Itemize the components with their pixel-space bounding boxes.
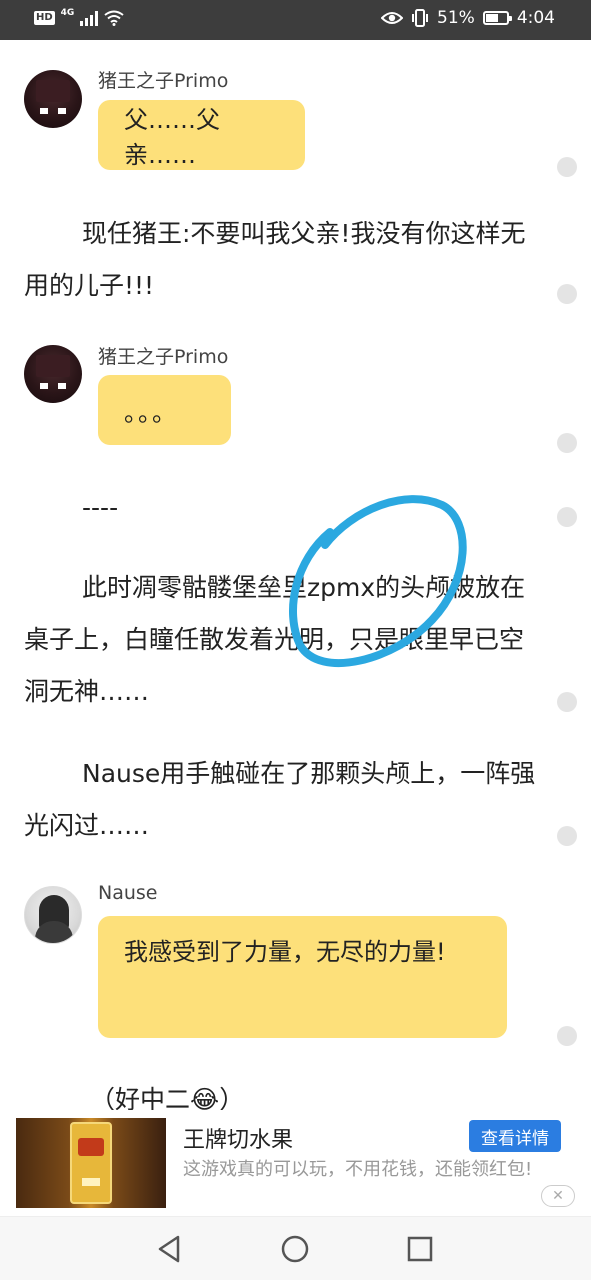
eye-icon (381, 12, 404, 24)
status-bar: HD 4G 51% 4:04 (0, 0, 591, 40)
wifi-icon (104, 10, 124, 26)
ad-title[interactable]: 王牌切水果 (183, 1122, 293, 1154)
message-bubble[interactable]: 我感受到了力量，无尽的力量! (98, 916, 507, 1038)
narration-text: Nause用手触碰在了那颗头颅上，一阵强光闪过…… (24, 759, 536, 840)
comment-dot[interactable] (557, 433, 577, 453)
sender-name: 猪王之子Primo (98, 70, 229, 92)
ad-description[interactable]: 这游戏真的可以玩，不用花钱，还能领红包! (183, 1157, 583, 1183)
phone-icon (70, 1122, 112, 1204)
home-icon (281, 1235, 309, 1263)
recents-button[interactable] (402, 1231, 438, 1267)
recents-icon (407, 1236, 433, 1262)
comment-dot[interactable] (557, 507, 577, 527)
message-bubble[interactable]: 父……父亲…… (98, 100, 305, 170)
home-button[interactable] (277, 1231, 313, 1267)
clock: 4:04 (516, 8, 555, 28)
battery-icon (482, 11, 512, 25)
avatar[interactable] (24, 345, 82, 403)
ad-banner[interactable]: 王牌切水果 这游戏真的可以玩，不用花钱，还能领红包! 查看详情 ✕ (0, 1110, 591, 1216)
separator-text: ---- (82, 493, 119, 522)
sender-name: 猪王之子Primo (98, 346, 229, 368)
avatar[interactable] (24, 70, 82, 128)
message-bubble[interactable]: 。。。 (98, 375, 231, 445)
signal-icon (80, 10, 99, 26)
avatar[interactable] (24, 886, 82, 944)
comment-dot[interactable] (557, 157, 577, 177)
comment-dot[interactable] (557, 692, 577, 712)
narration-text: 此时凋零骷髅堡垒里zpmx的头颅被放在桌子上，白瞳任散发着光明，只是眼里早已空洞… (24, 573, 526, 706)
comment-dot[interactable] (557, 284, 577, 304)
narration-text: 现任猪王:不要叫我父亲!我没有你这样无用的儿子!!! (24, 219, 526, 300)
sender-name: Nause (98, 882, 158, 904)
close-ad-button[interactable]: ✕ (541, 1185, 575, 1207)
view-details-button[interactable]: 查看详情 (469, 1120, 561, 1152)
comment-dot[interactable] (557, 1026, 577, 1046)
back-icon (158, 1235, 180, 1263)
hd-badge: HD (34, 11, 55, 25)
back-button[interactable] (152, 1231, 188, 1267)
navigation-bar (0, 1216, 591, 1280)
battery-percent: 51% (437, 8, 475, 28)
comment-dot[interactable] (557, 826, 577, 846)
vibrate-icon (412, 9, 429, 27)
ad-thumbnail[interactable] (16, 1118, 166, 1208)
network-type: 4G (60, 8, 75, 18)
